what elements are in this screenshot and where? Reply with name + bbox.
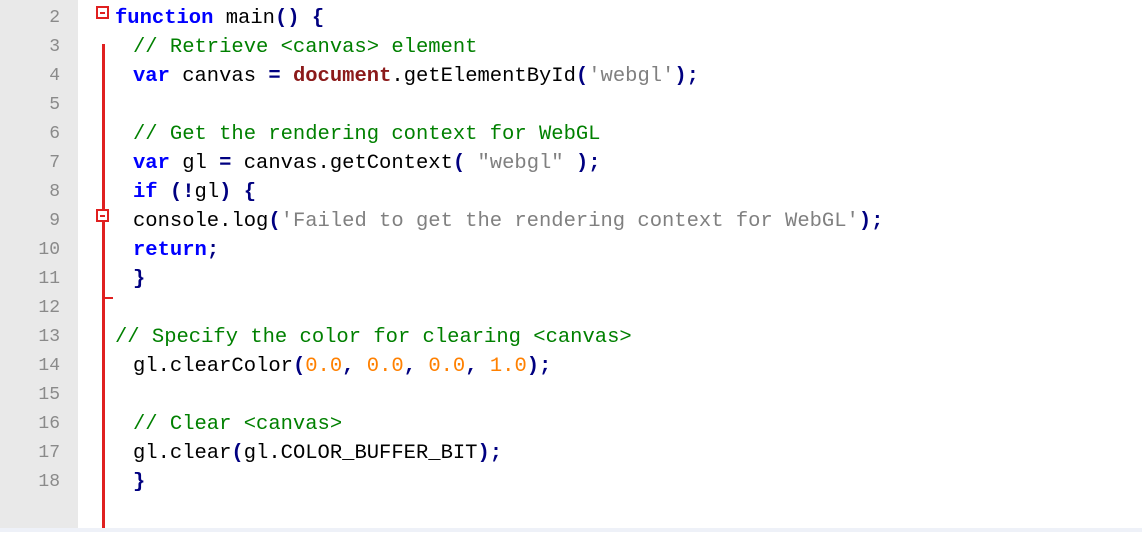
fold-margin [78, 0, 105, 528]
code-token: . [391, 65, 404, 88]
code-token: ); [526, 355, 552, 378]
code-token: getElementById [403, 65, 576, 88]
code-text[interactable]: // Clear <canvas> [133, 410, 342, 439]
fold-end-marker [103, 297, 113, 299]
line-number: 17 [38, 443, 60, 463]
code-token: document [292, 65, 392, 88]
code-token: 0.0 [428, 355, 466, 378]
code-token: var [133, 152, 170, 175]
code-token: , [465, 355, 478, 378]
code-token: canvas.getContext [231, 152, 453, 175]
code-token: canvas [169, 65, 269, 88]
line-number: 8 [49, 182, 60, 202]
code-token: ( [268, 210, 281, 233]
line-number: 2 [49, 8, 60, 28]
code-token: { [311, 7, 325, 30]
code-token: ); [858, 210, 884, 233]
code-token: { [243, 181, 257, 204]
line-number: 5 [49, 95, 60, 115]
code-token: 'Failed to get the rendering context for… [280, 210, 859, 233]
code-token: return [133, 239, 207, 262]
line-number: 12 [38, 298, 60, 318]
fold-range-line [102, 44, 105, 528]
code-token: gl [194, 181, 220, 204]
code-text[interactable]: return; [133, 236, 219, 265]
code-token: ); [674, 65, 699, 88]
code-token: // Specify the color for clearing <canva… [115, 326, 632, 349]
code-token: ; [206, 239, 220, 262]
code-token: ) [219, 181, 232, 204]
line-number: 3 [49, 37, 60, 57]
line-number: 9 [49, 211, 60, 231]
line-number: 14 [38, 356, 60, 376]
code-token: function [115, 7, 214, 30]
code-token: } [133, 268, 146, 291]
code-text[interactable]: } [133, 265, 145, 294]
fold-toggle-main[interactable] [96, 6, 109, 19]
code-token: console.log [133, 210, 269, 233]
code-text[interactable]: gl.clear(gl.COLOR_BUFFER_BIT); [133, 439, 502, 468]
line-number: 15 [38, 385, 60, 405]
code-token: ); [575, 152, 601, 175]
code-token: 0.0 [366, 355, 404, 378]
code-token: // Retrieve <canvas> element [133, 36, 478, 59]
code-token: "webgl" [477, 152, 564, 175]
line-number: 10 [38, 240, 60, 260]
fold-toggle-if[interactable] [96, 209, 109, 222]
code-token: // Clear <canvas> [133, 413, 343, 436]
code-text[interactable]: function main() { [115, 4, 324, 33]
line-number: 16 [38, 414, 60, 434]
code-text[interactable]: // Specify the color for clearing <canva… [115, 323, 632, 352]
code-editor[interactable]: 2 function main() {3// Retrieve <canvas> … [0, 0, 1142, 542]
code-token: = [219, 152, 232, 175]
code-token: var [133, 65, 170, 88]
code-token: gl.clearColor [133, 355, 293, 378]
code-token: gl.clear [133, 442, 232, 465]
code-text[interactable]: if (!gl) { [133, 178, 256, 207]
line-number: 13 [38, 327, 60, 347]
code-token: ); [477, 442, 503, 465]
code-token: = [268, 65, 281, 88]
code-text[interactable]: console.log('Failed to get the rendering… [133, 207, 883, 236]
code-text[interactable]: } [133, 468, 145, 497]
code-token: // Get the rendering context for WebGL [133, 123, 601, 146]
code-token: 'webgl' [588, 65, 675, 88]
code-token: gl.COLOR_BUFFER_BIT [243, 442, 478, 465]
line-number: 18 [38, 472, 60, 492]
code-text[interactable]: gl.clearColor(0.0, 0.0, 0.0, 1.0); [133, 352, 551, 381]
code-token: ( [231, 442, 244, 465]
code-text[interactable]: var canvas = document.getElementById('we… [133, 62, 699, 91]
code-token: 0.0 [305, 355, 343, 378]
code-text[interactable]: // Retrieve <canvas> element [133, 33, 477, 62]
code-text[interactable]: var gl = canvas.getContext( "webgl" ); [133, 149, 601, 178]
code-token: } [133, 471, 146, 494]
line-number: 4 [49, 66, 60, 86]
code-token: , [403, 355, 416, 378]
code-token: (! [169, 181, 195, 204]
code-token: gl [169, 152, 220, 175]
line-number: 6 [49, 124, 60, 144]
code-token: if [133, 181, 158, 204]
code-token: ( [452, 152, 466, 175]
line-number: 7 [49, 153, 60, 173]
code-token: 1.0 [489, 355, 527, 378]
editor-bottom-border [0, 528, 1142, 532]
code-token: , [342, 355, 355, 378]
code-token: main [213, 7, 275, 30]
code-token: ( [292, 355, 306, 378]
line-number: 11 [38, 269, 60, 289]
code-text[interactable]: // Get the rendering context for WebGL [133, 120, 600, 149]
code-token: () [274, 7, 300, 30]
code-token: ( [575, 65, 589, 88]
